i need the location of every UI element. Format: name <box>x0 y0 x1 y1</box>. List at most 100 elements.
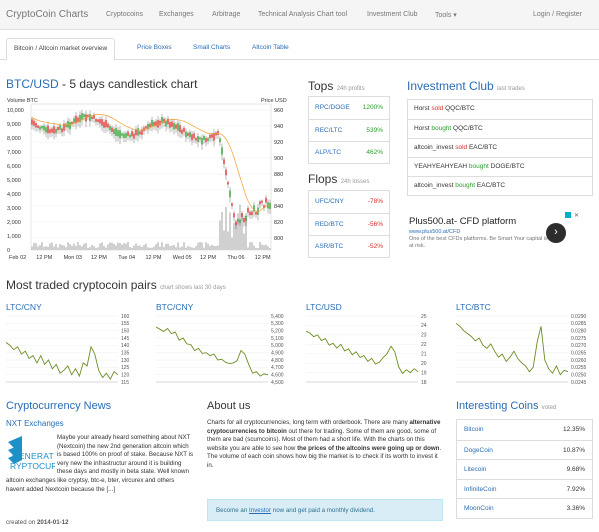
news-item-title[interactable]: NXT Exchanges <box>6 419 64 428</box>
volume-bar <box>125 243 127 250</box>
mini-chart-ltc-cny[interactable]: LTC/CNY 160 155 150 145 140 135 130 125 120 115 <box>6 302 146 390</box>
news-title[interactable]: Cryptocurrency News <box>6 400 111 412</box>
volume-bar <box>59 244 61 250</box>
volume-bar <box>157 242 159 250</box>
volume-bar <box>207 243 209 250</box>
flops-row[interactable]: ASR/BTC -52% <box>309 235 389 257</box>
coin-name[interactable]: Litecoin <box>464 466 486 473</box>
tops-row[interactable]: RPC/DOGE 1200% <box>309 97 389 119</box>
coin-name[interactable]: DogeCoin <box>464 447 493 454</box>
nav-tools-dropdown[interactable]: Tools ▾ <box>435 11 457 19</box>
candle-body <box>241 213 243 217</box>
price-axis-label: Price USD <box>261 98 287 104</box>
volume-bar <box>47 246 49 250</box>
mini-chart-label[interactable]: LTC/CNY <box>6 302 42 312</box>
mini-chart-ltc-usd[interactable]: LTC/USD 25 24 23 22 21 20 19 18 <box>306 302 446 390</box>
coin-row[interactable]: DogeCoin 10.87% <box>457 439 592 460</box>
candle-body <box>181 129 183 134</box>
candle-body <box>175 124 177 129</box>
candle-body <box>119 130 121 139</box>
nav-technical-analysis[interactable]: Technical Analysis Chart tool <box>258 11 347 18</box>
coin-name[interactable]: InfiniteCoin <box>464 486 497 493</box>
advertisement[interactable]: ✕ Plus500.at- CFD platform www.plus500.a… <box>407 212 593 262</box>
mini-chart-ltc-btc[interactable]: LTC/BTC 0.0290 0.0285 0.0280 0.0275 0.0270 0.… <box>456 302 596 390</box>
volume-tick-label: 1,000 <box>7 234 21 240</box>
tops-pair[interactable]: REC/LTC <box>315 127 342 134</box>
candle-body <box>195 137 197 141</box>
flops-pair[interactable]: ASR/BTC <box>315 243 343 250</box>
coin-row[interactable]: Litecoin 9.68% <box>457 459 592 479</box>
mini-tick-label: 130 <box>121 358 130 364</box>
candle-body <box>209 134 211 139</box>
investment-club-title[interactable]: Investment Club <box>407 79 494 93</box>
mini-chart-label[interactable]: LTC/BTC <box>456 302 491 312</box>
flops-pair[interactable]: RED/BTC <box>315 221 344 228</box>
price-tick-label: 800 <box>274 236 283 242</box>
ad-url[interactable]: www.plus500.at/CFD <box>409 229 460 235</box>
brand-logo[interactable]: CryptoCoin Charts <box>6 9 88 20</box>
ad-headline[interactable]: Plus500.at- CFD platform <box>409 216 516 227</box>
main-chart-pair-link[interactable]: BTC/USD <box>6 77 59 91</box>
tops-row[interactable]: ALP/LTC 462% <box>309 141 389 163</box>
mini-tick-label: 22 <box>421 342 427 348</box>
candle-body <box>207 138 209 141</box>
nav-arbitrage[interactable]: Arbitrage <box>212 11 240 18</box>
mini-chart-svg: 5,4005,3005,200 5,1005,0004,900 4,8004,700… <box>156 314 284 386</box>
investor-link[interactable]: Investor <box>249 507 271 514</box>
volume-tick-label: 0 <box>7 248 10 254</box>
coin-row[interactable]: Bitcoin 12.35% <box>457 420 592 440</box>
mini-tick-label: 21 <box>421 352 427 358</box>
tab-small-charts[interactable]: Small Charts <box>186 38 237 60</box>
nav-cryptocoins[interactable]: Cryptocoins <box>106 11 143 18</box>
tab-market-overview[interactable]: Bitcoin / Altcoin market overview <box>6 38 116 61</box>
candle-body <box>105 120 107 128</box>
flops-row[interactable]: UFC/CNY -78% <box>309 191 389 213</box>
coin-row[interactable]: InfiniteCoin 7.92% <box>457 478 592 499</box>
nav-investment-club[interactable]: Investment Club <box>367 11 418 18</box>
candle-body <box>233 213 235 218</box>
most-traded-subtitle: chart shows last 30 days <box>160 285 226 291</box>
most-traded-heading: Most traded cryptocoin pairs chart shows… <box>6 278 226 292</box>
ad-close-icon[interactable]: ✕ <box>574 212 579 219</box>
volume-tick-label: 7,000 <box>7 150 21 156</box>
mini-chart-btc-cny[interactable]: BTC/CNY 5,400 5,300 5,200 5,100 5,000 4,900 4,… <box>156 302 296 390</box>
tab-price-boxes[interactable]: Price Boxes <box>130 38 179 60</box>
mini-tick-label: 4,700 <box>271 365 284 371</box>
candle-body <box>239 220 241 223</box>
candle-body <box>53 126 55 134</box>
mini-chart-label[interactable]: BTC/CNY <box>156 302 193 312</box>
candle-body <box>97 119 99 122</box>
tops-row[interactable]: REC/LTC 539% <box>309 119 389 141</box>
nav-login-register[interactable]: Login / Register <box>533 11 582 18</box>
volume-bar <box>223 230 225 250</box>
tops-pair[interactable]: RPC/DOGE <box>315 104 350 111</box>
volume-bar <box>43 246 45 250</box>
interesting-coins-title[interactable]: Interesting Coins <box>456 400 539 412</box>
coin-name[interactable]: MoonCoin <box>464 505 494 512</box>
coin-vote: 12.35% <box>562 426 585 433</box>
flops-row[interactable]: RED/BTC -56% <box>309 213 389 235</box>
trade-row: Horst sold QQC/BTC <box>414 105 475 112</box>
candle-body <box>189 132 191 138</box>
candle-body <box>57 127 59 131</box>
coin-name[interactable]: Bitcoin <box>464 426 484 433</box>
candlestick-chart[interactable]: Volume BTC Price USD 10,000 9,000 8,000 7,0… <box>6 96 294 262</box>
coin-row[interactable]: MoonCoin 3.36% <box>457 498 592 518</box>
nav-exchanges[interactable]: Exchanges <box>159 11 194 18</box>
mini-tick-label: 0.0245 <box>571 380 587 386</box>
candle-body <box>133 133 135 139</box>
tab-altcoin-table[interactable]: Altcoin Table <box>245 38 296 60</box>
flops-pair[interactable]: UFC/CNY <box>315 198 344 205</box>
mini-chart-label[interactable]: LTC/USD <box>306 302 342 312</box>
time-tick-label: 12 PM <box>200 255 216 261</box>
candle-body <box>45 127 47 133</box>
most-traded-title: Most traded cryptocoin pairs <box>6 278 157 292</box>
tops-pct: 539% <box>366 127 383 134</box>
mini-chart-svg: 0.02900.02850.0280 0.02750.02700.0265 0.02… <box>456 314 587 386</box>
volume-bar <box>51 242 53 250</box>
tops-pair[interactable]: ALP/LTC <box>315 149 341 156</box>
trade-row: altcoin_invest sold EAC/BTC <box>408 138 592 157</box>
ad-choices-icon[interactable] <box>565 212 571 218</box>
chevron-right-icon[interactable]: › <box>546 223 566 243</box>
candle-body <box>177 123 179 131</box>
